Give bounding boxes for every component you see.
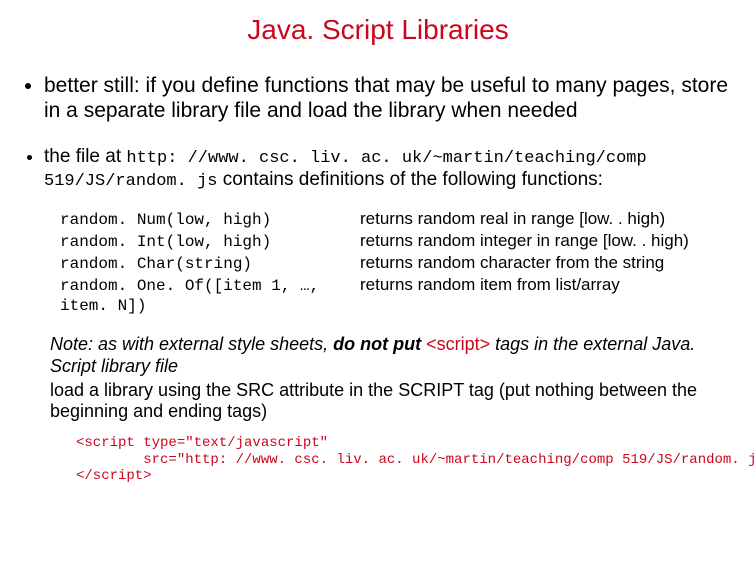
table-row: random. Num(low, high) returns random re… [60, 208, 738, 230]
func-description: returns random integer in range [low. . … [360, 230, 738, 251]
bullet-1: better still: if you define functions th… [44, 74, 738, 124]
note-bold: do not put [333, 334, 426, 354]
func-description: returns random item from list/array [360, 274, 738, 295]
table-row: random. Char(string) returns random char… [60, 252, 738, 274]
table-row: random. Int(low, high) returns random in… [60, 230, 738, 252]
func-description: returns random character from the string [360, 252, 738, 273]
func-signature: random. Int(low, high) [60, 232, 360, 252]
note-block: Note: as with external style sheets, do … [50, 334, 724, 424]
note-lead: Note: as with external style sheets, [50, 334, 333, 354]
bullet-2: the file at http: //www. csc. liv. ac. u… [44, 146, 738, 192]
note-line2: load a library using the SRC attribute i… [50, 380, 724, 424]
function-table: random. Num(low, high) returns random re… [60, 208, 738, 316]
table-row: random. One. Of([item 1, …, item. N]) re… [60, 274, 738, 316]
bullet-2-text-a: the file at [44, 146, 126, 167]
func-description: returns random real in range [low. . hig… [360, 208, 738, 229]
func-signature: random. Char(string) [60, 254, 360, 274]
bullet-2-text-b: contains definitions of the following fu… [217, 169, 603, 190]
func-signature: random. One. Of([item 1, …, item. N]) [60, 276, 360, 316]
code-block: <script type="text/javascript" src="http… [76, 435, 738, 485]
slide-title: Java. Script Libraries [18, 14, 738, 46]
note-script-tag: <script> [426, 334, 490, 354]
func-signature: random. Num(low, high) [60, 210, 360, 230]
